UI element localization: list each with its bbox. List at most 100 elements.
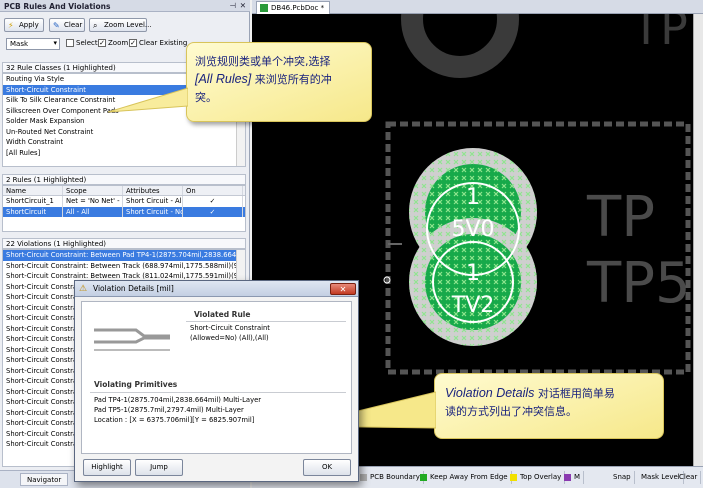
callout-emphasis: [All Rules] [195, 72, 252, 87]
ok-button[interactable]: OK [303, 459, 351, 476]
zoom-level-button[interactable]: ⌕ Zoom Level... [89, 18, 152, 32]
rule-attributes-cell: Short Circuit - Not A [123, 206, 183, 217]
callout-text: 突。 [195, 91, 217, 105]
layer-tab-label: Snap [613, 473, 631, 481]
callout-text: 浏览规则类或单个冲突,选择 [195, 55, 331, 68]
pin-icon[interactable]: ⊣ [229, 1, 236, 10]
primitive-item: Pad TP4-1(2875.704mil,2838.664mil) Multi… [94, 396, 262, 404]
mask-mode-select[interactable]: Mask ▾ [6, 38, 60, 50]
vertical-scrollbar[interactable] [693, 14, 703, 466]
callout-text-rest: 来浏览所有的冲 [251, 73, 332, 87]
silk-designator: TP [631, 14, 688, 55]
clear-button-label: Clear [64, 21, 83, 29]
highlight-button[interactable]: Highlight [83, 459, 131, 476]
rules-header-text: 2 Rules (1 Highlighted) [6, 176, 87, 184]
pcb-document-icon [260, 4, 268, 12]
layer-color-swatch [360, 474, 367, 481]
callout-pointer [108, 87, 188, 113]
violation-location: Location : [X = 6375.706mil][Y = 6825.90… [94, 416, 255, 424]
divider [186, 321, 346, 322]
apply-button[interactable]: ⚡ Apply [4, 18, 44, 32]
list-item[interactable]: Un-Routed Net Constraint [3, 127, 245, 138]
list-item[interactable]: Width Constraint [3, 137, 245, 148]
rules-grid[interactable]: Name Scope Attributes On ShortCircuit_1 … [2, 185, 246, 232]
document-tab-bar: DB46.PcbDoc * [252, 0, 703, 14]
apply-button-label: Apply [19, 21, 39, 29]
column-header-name[interactable]: Name [3, 186, 63, 195]
pad-label: TV2 [451, 293, 495, 318]
pad-ring-shape [401, 14, 519, 78]
callout-violation-details: Violation Details 对话框用简单易 读的方式列出了冲突信息。 [434, 373, 664, 439]
list-item[interactable]: Short-Circuit Constraint: Between Track … [3, 261, 245, 272]
dialog-content: Violated Rule Short-Circuit Constraint (… [81, 301, 352, 454]
layer-tab[interactable]: Snap [610, 471, 635, 484]
document-tab-label: DB46.PcbDoc * [271, 4, 325, 12]
layer-tab-label: M [574, 473, 581, 481]
callout-text: Violation Details 对话框用简单易 [445, 384, 653, 403]
tab-navigator-label: Navigator [27, 476, 62, 484]
rule-name: Short-Circuit Constraint [190, 324, 270, 332]
violating-primitives-heading: Violating Primitives [94, 380, 178, 389]
rule-classes-header-text: 32 Rule Classes (1 Highlighted) [6, 64, 116, 72]
layer-color-swatch [564, 474, 571, 481]
list-item[interactable]: Short-Circuit Constraint: Between Pad TP… [3, 250, 245, 261]
layer-tab-label: Top Overlay [520, 473, 562, 481]
table-row[interactable]: ShortCircuit_1 Net = 'No Net' - Ne Short… [3, 196, 245, 207]
primitive-item: Pad TP5-1(2875.7mil,2797.4mil) Multi-Lay… [94, 406, 244, 414]
rules-grid-header: Name Scope Attributes On [3, 186, 245, 196]
magnifier-icon: ⌕ [93, 21, 98, 30]
clear-button[interactable]: ✎ Clear [49, 18, 85, 32]
select-checkbox[interactable]: Select [66, 39, 98, 47]
chevron-down-icon: ▾ [53, 39, 57, 47]
select-checkbox-box[interactable] [66, 39, 74, 47]
tab-document[interactable]: DB46.PcbDoc * [256, 1, 331, 14]
layer-color-swatch [420, 474, 427, 481]
close-icon[interactable]: ✕ [240, 1, 246, 10]
pad-label: 1 [466, 261, 480, 286]
rule-name-cell: ShortCircuit [3, 206, 63, 217]
violated-rule-heading: Violated Rule [194, 310, 251, 319]
clear-existing-checkbox[interactable]: ✓ Clear Existing [129, 39, 187, 47]
column-header-scope[interactable]: Scope [63, 186, 123, 195]
dialog-title: Violation Details [mil] [93, 284, 174, 293]
close-icon[interactable]: ✕ [330, 283, 356, 295]
mask-mode-value: Mask [10, 40, 29, 48]
clear-existing-checkbox-box[interactable]: ✓ [129, 39, 137, 47]
layer-tab[interactable]: PCB Boundary [358, 471, 424, 484]
tab-navigator[interactable]: Navigator [20, 473, 69, 486]
eraser-icon: ✎ [53, 21, 60, 30]
callout-text: [All Rules] 来浏览所有的冲 [195, 70, 363, 89]
clear-existing-checkbox-label: Clear Existing [139, 39, 188, 47]
column-header-attributes[interactable]: Attributes [123, 186, 183, 195]
violations-header-text: 22 Violations (1 Highlighted) [6, 240, 107, 248]
layer-tab-label: PCB Boundary [370, 473, 420, 481]
warning-icon: ⚠ [79, 284, 88, 294]
select-checkbox-label: Select [76, 39, 98, 47]
callout-text-rest: 对话框用简单易 [534, 387, 615, 400]
panel-title: PCB Rules And Violations [4, 2, 111, 11]
layer-tab-label: Mask Level [641, 473, 680, 481]
zoom-checkbox-label: Zoom [108, 39, 129, 47]
layer-tab[interactable]: Clear [676, 471, 702, 484]
rule-scope-cell: All - All [63, 206, 123, 217]
layer-tab[interactable]: Top Overlay [508, 471, 566, 484]
rule-on-checkbox[interactable]: ✓ [183, 196, 243, 207]
layer-tab[interactable]: M [562, 471, 585, 484]
divider [90, 392, 346, 393]
panel-titlebar: PCB Rules And Violations ⊣ ✕ [0, 0, 250, 12]
list-item[interactable]: [All Rules] [3, 148, 245, 159]
column-header-on[interactable]: On [183, 186, 243, 195]
layer-tab[interactable]: Keep Away From Edge [418, 471, 512, 484]
short-circuit-illustration [94, 328, 170, 351]
pad-label: 5V0 [451, 217, 494, 242]
violation-details-dialog: ⚠ Violation Details [mil] ✕ Violated Rul… [74, 280, 359, 482]
layer-tab-label: Clear [679, 473, 698, 481]
lightning-icon: ⚡ [8, 21, 14, 30]
layer-color-swatch [510, 474, 517, 481]
zoom-checkbox-box[interactable]: ✓ [98, 39, 106, 47]
rule-on-checkbox[interactable]: ✓ [183, 206, 243, 217]
table-row[interactable]: ShortCircuit All - All Short Circuit - N… [3, 206, 245, 217]
callout-text: 读的方式列出了冲突信息。 [445, 405, 577, 419]
jump-button[interactable]: Jump [135, 459, 183, 476]
zoom-checkbox[interactable]: ✓ Zoom [98, 39, 128, 47]
